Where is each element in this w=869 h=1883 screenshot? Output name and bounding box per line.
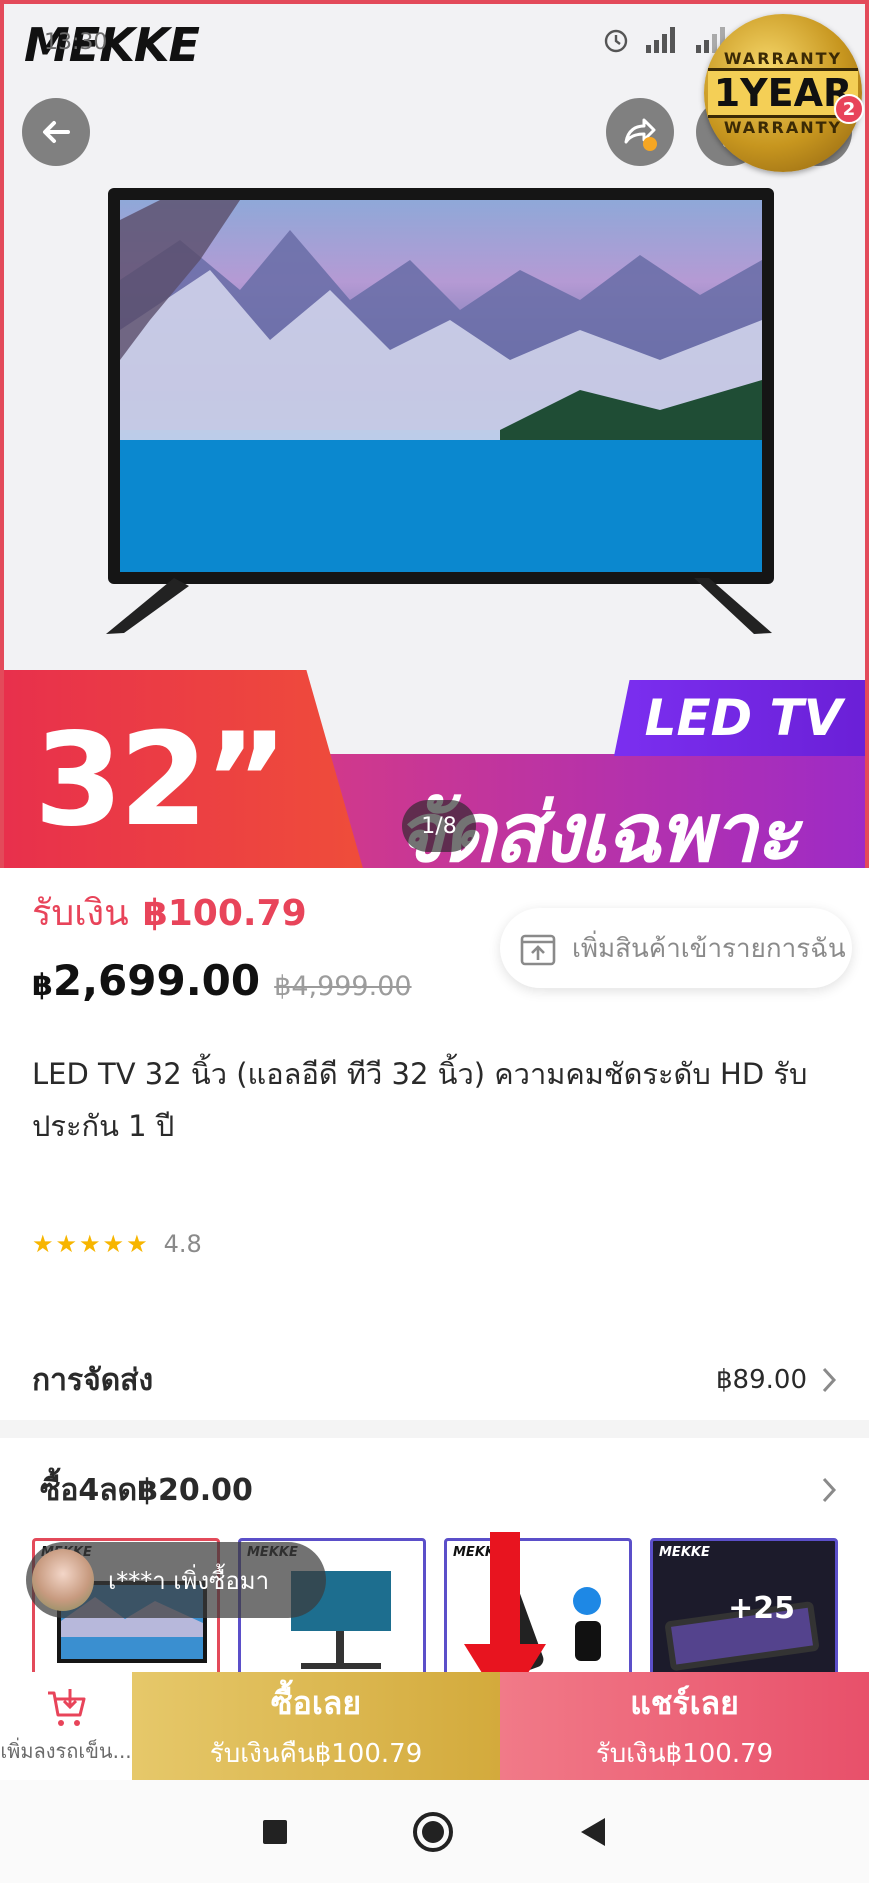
product-image-carousel[interactable]: MEKKE 13:30 WARRANTY 1YEAR WARRANTY 2 32…	[0, 0, 869, 868]
wishlist-label: เพิ่มสินค้าเข้ารายการฉัน	[572, 933, 846, 964]
share-arrow-icon	[624, 118, 657, 151]
cashback-amount: ฿100.79	[142, 893, 307, 934]
price-currency: ฿	[32, 968, 53, 1003]
bottom-action-bar: เพิ่มลงรถเข็น... ซื้อเลย รับเงินคืน฿100.…	[0, 1672, 869, 1780]
cart-add-icon	[48, 1689, 86, 1726]
share-now-button[interactable]: แชร์เลย รับเงิน฿100.79	[500, 1672, 869, 1780]
price-row: ฿2,699.00 ฿4,999.00	[32, 956, 412, 1005]
tv-product-image	[108, 188, 774, 584]
cashback-line: รับเงิน ฿100.79	[32, 884, 307, 941]
warranty-seal-bottom: WARRANTY	[723, 118, 843, 137]
buy-now-label: ซื้อเลย	[270, 1684, 362, 1722]
shipping-label: การจัดส่ง	[32, 1362, 154, 1398]
share-button[interactable]	[606, 98, 674, 166]
shipping-row[interactable]: การจัดส่ง ฿89.00	[0, 1330, 869, 1430]
share-now-cashback: รับเงิน฿100.79	[595, 1739, 774, 1769]
status-time: 13:30	[44, 30, 108, 55]
price-value: 2,699.00	[52, 956, 261, 1005]
promo-banner-red: 32”	[4, 670, 364, 868]
recent-buyer-toast: เ***า เพิ่งซื้อมา	[26, 1542, 326, 1618]
add-to-cart-button[interactable]: เพิ่มลงรถเข็น...	[0, 1672, 132, 1780]
warranty-seal-top: WARRANTY	[723, 49, 843, 68]
chevron-right-icon	[822, 1477, 837, 1503]
image-page-indicator: 1/8	[402, 800, 476, 852]
rating-row: ★★★★★ 4.8	[32, 1230, 202, 1258]
led-tv-tag: LED TV	[614, 680, 865, 756]
buy-now-cashback: รับเงินคืน฿100.79	[209, 1739, 423, 1769]
current-price: ฿2,699.00	[32, 956, 260, 1005]
status-icons	[602, 26, 730, 54]
rating-stars-icon: ★★★★★	[32, 1230, 150, 1258]
add-to-cart-label: เพิ่มลงรถเข็น...	[0, 1739, 132, 1763]
buyer-avatar	[32, 1549, 94, 1611]
back-arrow-icon	[43, 121, 70, 143]
tv-screen-landscape	[120, 200, 762, 572]
original-price: ฿4,999.00	[274, 971, 412, 1002]
system-navigation-bar	[0, 1780, 869, 1883]
screen-size-label: 32”	[34, 706, 288, 855]
wishlist-box-icon	[520, 934, 556, 966]
bundle-item-keyboard[interactable]: MEKKE +25	[650, 1538, 838, 1678]
recent-buyer-text: เ***า เพิ่งซื้อมา	[108, 1566, 270, 1595]
buy-now-button[interactable]: ซื้อเลย รับเงินคืน฿100.79	[132, 1672, 500, 1780]
home-icon[interactable]	[411, 1810, 455, 1854]
add-to-wishlist-button[interactable]: เพิ่มสินค้าเข้ารายการฉัน	[500, 908, 852, 988]
signal-icon	[646, 27, 675, 53]
back-button[interactable]	[22, 98, 90, 166]
bundle-deal-label: ซื้อ4ลด฿20.00	[40, 1472, 253, 1508]
recent-apps-icon[interactable]	[262, 1819, 288, 1845]
product-title: LED TV 32 นิ้ว (แอลอีดี ทีวี 32 นิ้ว) คว…	[32, 1057, 808, 1143]
thumb-brand: MEKKE	[659, 1545, 710, 1560]
shipping-price: ฿89.00	[716, 1365, 807, 1395]
cashback-label: รับเงิน	[32, 893, 129, 934]
warranty-seal: WARRANTY 1YEAR WARRANTY	[704, 14, 862, 172]
bundle-deal-row[interactable]: ซื้อ4ลด฿20.00	[0, 1440, 869, 1540]
more-items-count: +25	[728, 1591, 795, 1626]
tv-stand-right	[694, 578, 772, 634]
share-now-label: แชร์เลย	[630, 1684, 739, 1722]
shipping-price-group: ฿89.00	[716, 1365, 837, 1395]
back-triangle-icon[interactable]	[579, 1817, 607, 1847]
alarm-icon	[604, 29, 628, 53]
chevron-right-icon	[822, 1367, 837, 1393]
rating-value: 4.8	[163, 1230, 202, 1258]
tv-stand-left	[106, 578, 189, 634]
section-divider	[0, 1420, 869, 1438]
cart-count-badge: 2	[834, 94, 864, 124]
